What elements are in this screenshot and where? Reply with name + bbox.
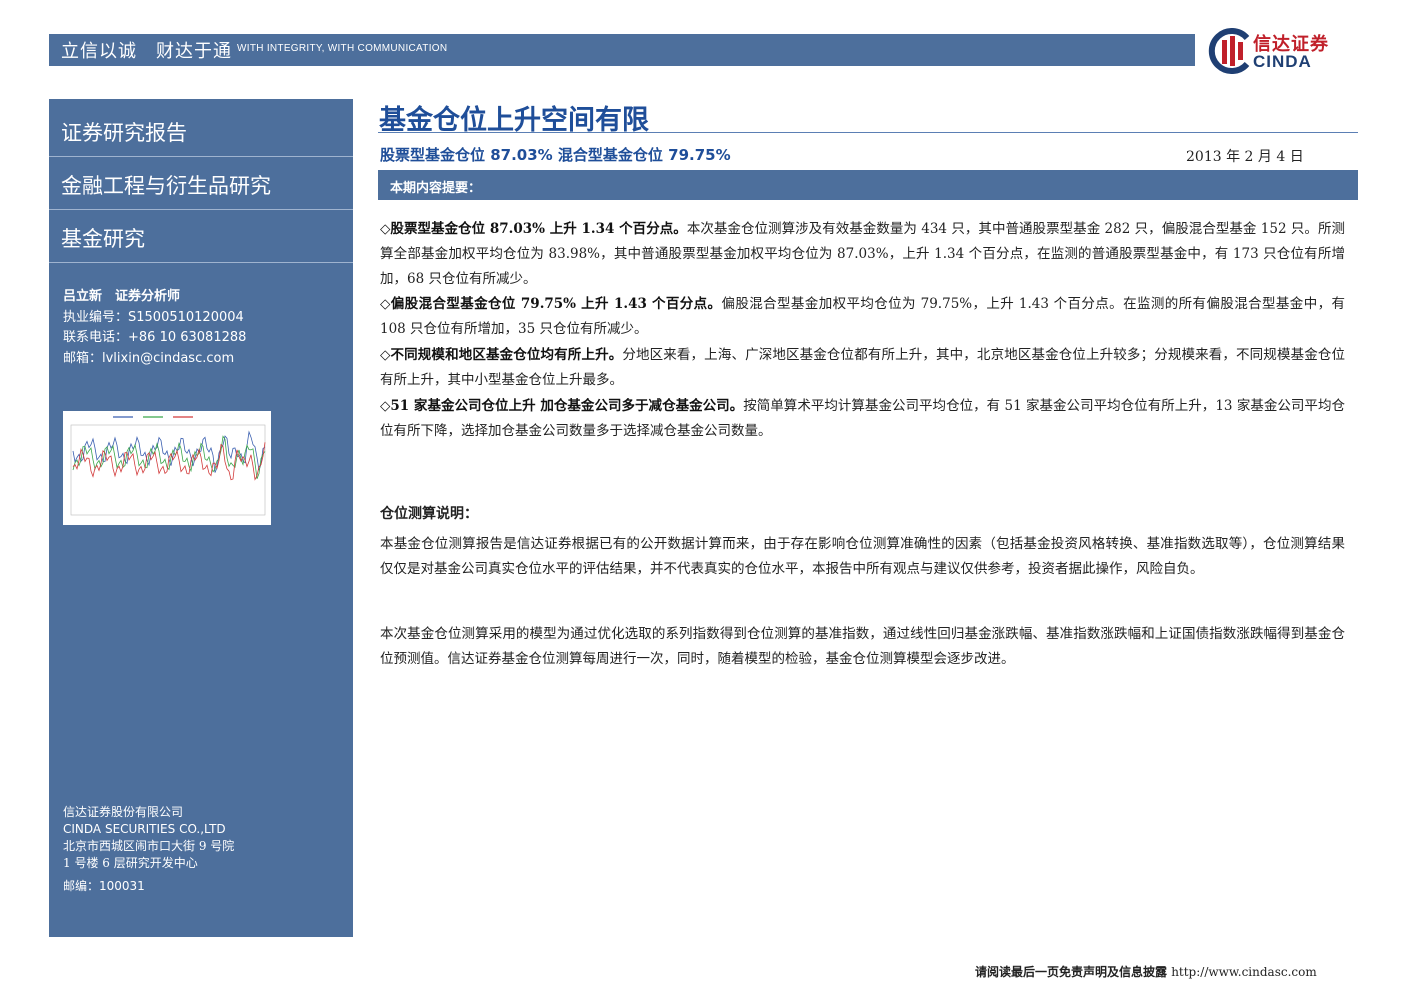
company-name-en: CINDA SECURITIES CO.,LTD <box>63 822 226 836</box>
report-date: 2013 年 2 月 4 日 <box>1186 149 1304 165</box>
slogan-cn: 立信以诚 财达于通 <box>61 41 232 62</box>
summary-point: ◇股票型基金仓位 87.03% 上升 1.34 个百分点。本次基金仓位测算涉及有… <box>380 217 1345 292</box>
company-address-1: 北京市西城区闹市口大街 9 号院 <box>63 839 235 853</box>
analyst-info: 吕立新 证券分析师 执业编号：S1500510120004 联系电话：+86 1… <box>63 287 246 369</box>
company-name-cn: 信达证券股份有限公司 <box>63 805 184 819</box>
company-info: 信达证券股份有限公司 CINDA SECURITIES CO.,LTD 北京市西… <box>63 804 234 895</box>
sidebar-section-label: 证券研究报告 <box>61 121 187 145</box>
top-banner: 立信以诚 财达于通 WITH INTEGRITY, WITH COMMUNICA… <box>49 34 1195 66</box>
sidebar-section-fund-research: 基金研究 <box>49 210 353 263</box>
analyst-name: 吕立新 证券分析师 <box>63 289 181 304</box>
summary-point: ◇偏股混合型基金仓位 79.75% 上升 1.43 个百分点。偏股混合型基金加权… <box>380 292 1345 342</box>
position-chart-thumbnail <box>63 411 271 525</box>
footer-url-link[interactable]: http://www.cindasc.com <box>1171 965 1317 979</box>
summary-point-head: ◇股票型基金仓位 87.03% 上升 1.34 个百分点。 <box>380 221 687 237</box>
analyst-email: 邮箱：lvlixin@cindasc.com <box>63 350 235 366</box>
company-postcode: 邮编：100031 <box>63 879 145 893</box>
company-address-2: 1 号楼 6 层研究开发中心 <box>63 856 198 870</box>
analyst-phone: 联系电话：+86 10 63081288 <box>63 330 247 345</box>
summary-header-bar: 本期内容提要： <box>378 170 1358 200</box>
logo-text-en: CINDA <box>1253 52 1312 71</box>
summary-point-head: ◇51 家基金公司仓位上升 加仓基金公司多于减仓基金公司。 <box>380 398 744 414</box>
footer: 请阅读最后一页免责声明及信息披露 http://www.cindasc.com <box>975 963 1317 980</box>
cinda-logo: 信达证券 CINDA <box>1207 26 1357 78</box>
thumb-frame <box>70 424 266 516</box>
sidebar-section-label: 金融工程与衍生品研究 <box>61 174 271 198</box>
slogan-en: WITH INTEGRITY, WITH COMMUNICATION <box>237 43 448 54</box>
method-paragraph: 本次基金仓位测算采用的模型为通过优化选取的系列指数得到仓位测算的基准指数，通过线… <box>380 626 1345 667</box>
footer-notice: 请阅读最后一页免责声明及信息披露 <box>975 965 1172 979</box>
sidebar-section-label: 基金研究 <box>61 227 145 251</box>
summary-point: ◇51 家基金公司仓位上升 加仓基金公司多于减仓基金公司。按简单算术平均计算基金… <box>380 394 1345 444</box>
summary-label: 本期内容提要： <box>390 181 482 196</box>
report-subtitle: 股票型基金仓位 87.03% 混合型基金仓位 79.75% <box>380 146 731 164</box>
summary-point-head: ◇偏股混合型基金仓位 79.75% 上升 1.43 个百分点。 <box>380 296 722 312</box>
title-divider <box>378 132 1358 133</box>
position-chart-graphic <box>70 416 266 516</box>
cinda-logo-icon <box>1208 28 1250 74</box>
sidebar-section-securities-report: 证券研究报告 <box>49 104 353 157</box>
analyst-license: 执业编号：S1500510120004 <box>63 309 244 325</box>
summary-point: ◇不同规模和地区基金仓位均有所上升。分地区来看，上海、广深地区基金仓位都有所上升… <box>380 343 1345 393</box>
sidebar: 证券研究报告 金融工程与衍生品研究 基金研究 吕立新 证券分析师 执业编号：S1… <box>49 99 353 937</box>
sidebar-section-financial-engineering: 金融工程与衍生品研究 <box>49 157 353 210</box>
summary-point-head: ◇不同规模和地区基金仓位均有所上升。 <box>380 347 623 363</box>
method-paragraph: 本基金仓位测算报告是信达证券根据已有的公开数据计算而来，由于存在影响仓位测算准确… <box>380 536 1345 577</box>
method-heading: 仓位测算说明： <box>380 506 478 522</box>
